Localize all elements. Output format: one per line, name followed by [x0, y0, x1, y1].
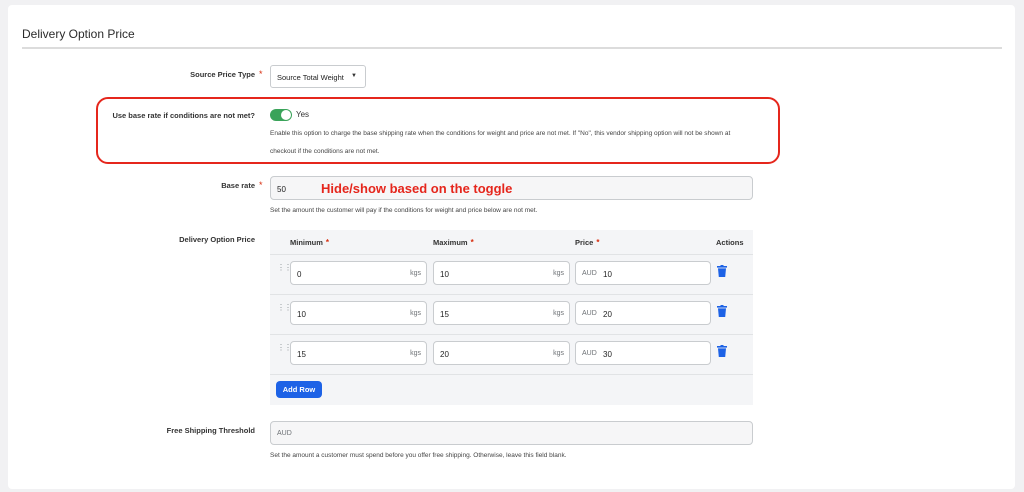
trash-icon[interactable] [717, 345, 727, 357]
delivery-option-price-label: Delivery Option Price [179, 235, 255, 244]
trash-icon[interactable] [717, 305, 727, 317]
use-base-rate-label: Use base rate if conditions are not met? [112, 111, 255, 120]
annotation-text: Hide/show based on the toggle [321, 181, 513, 196]
use-base-rate-toggle[interactable] [270, 109, 292, 121]
free-shipping-threshold-input[interactable]: AUD [270, 421, 753, 445]
divider [22, 47, 1002, 49]
select-value: Source Total Weight [277, 73, 344, 82]
row-divider [270, 294, 753, 295]
free-shipping-threshold-label: Free Shipping Threshold [166, 426, 255, 435]
use-base-rate-help-line1: Enable this option to charge the base sh… [270, 130, 731, 137]
column-header-actions: Actions [716, 238, 744, 247]
toggle-state-text: Yes [296, 110, 310, 119]
column-header-minimum: Minimum * [290, 238, 330, 247]
base-rate-value: 50 [277, 185, 286, 194]
base-rate-help: Set the amount the customer will pay if … [270, 207, 538, 214]
drag-handle-icon[interactable]: ⋮⋮ [277, 264, 292, 272]
maximum-input[interactable]: 10 kgs [433, 261, 570, 285]
add-row-button[interactable]: Add Row [276, 381, 322, 398]
row-divider [270, 374, 753, 375]
input-placeholder: AUD [277, 430, 292, 437]
base-rate-label: Base rate [221, 181, 255, 190]
required-mark: * [259, 69, 263, 79]
price-input[interactable]: AUD 30 [575, 341, 711, 365]
maximum-input[interactable]: 15 kgs [433, 301, 570, 325]
source-price-type-select[interactable]: Source Total Weight ▼ [270, 65, 366, 88]
row-divider [270, 254, 753, 255]
use-base-rate-help-line2: checkout if the conditions are not met. [270, 148, 380, 155]
minimum-input[interactable]: 15 kgs [290, 341, 427, 365]
free-shipping-help: Set the amount a customer must spend bef… [270, 452, 567, 459]
required-mark: * [259, 180, 263, 190]
minimum-input[interactable]: 0 kgs [290, 261, 427, 285]
source-price-type-label: Source Price Type [190, 70, 255, 79]
maximum-input[interactable]: 20 kgs [433, 341, 570, 365]
minimum-input[interactable]: 10 kgs [290, 301, 427, 325]
trash-icon[interactable] [717, 265, 727, 277]
delivery-price-table: Minimum * Maximum * Price * Actions ⋮⋮ 0 kgs… [270, 230, 753, 405]
section-title: Delivery Option Price [22, 27, 135, 41]
toggle-knob [281, 110, 291, 120]
row-divider [270, 334, 753, 335]
drag-handle-icon[interactable]: ⋮⋮ [277, 304, 292, 312]
column-header-maximum: Maximum * [433, 238, 474, 247]
caret-down-icon: ▼ [351, 73, 357, 79]
price-input[interactable]: AUD 10 [575, 261, 711, 285]
column-header-price: Price * [575, 238, 600, 247]
price-input[interactable]: AUD 20 [575, 301, 711, 325]
drag-handle-icon[interactable]: ⋮⋮ [277, 344, 292, 352]
